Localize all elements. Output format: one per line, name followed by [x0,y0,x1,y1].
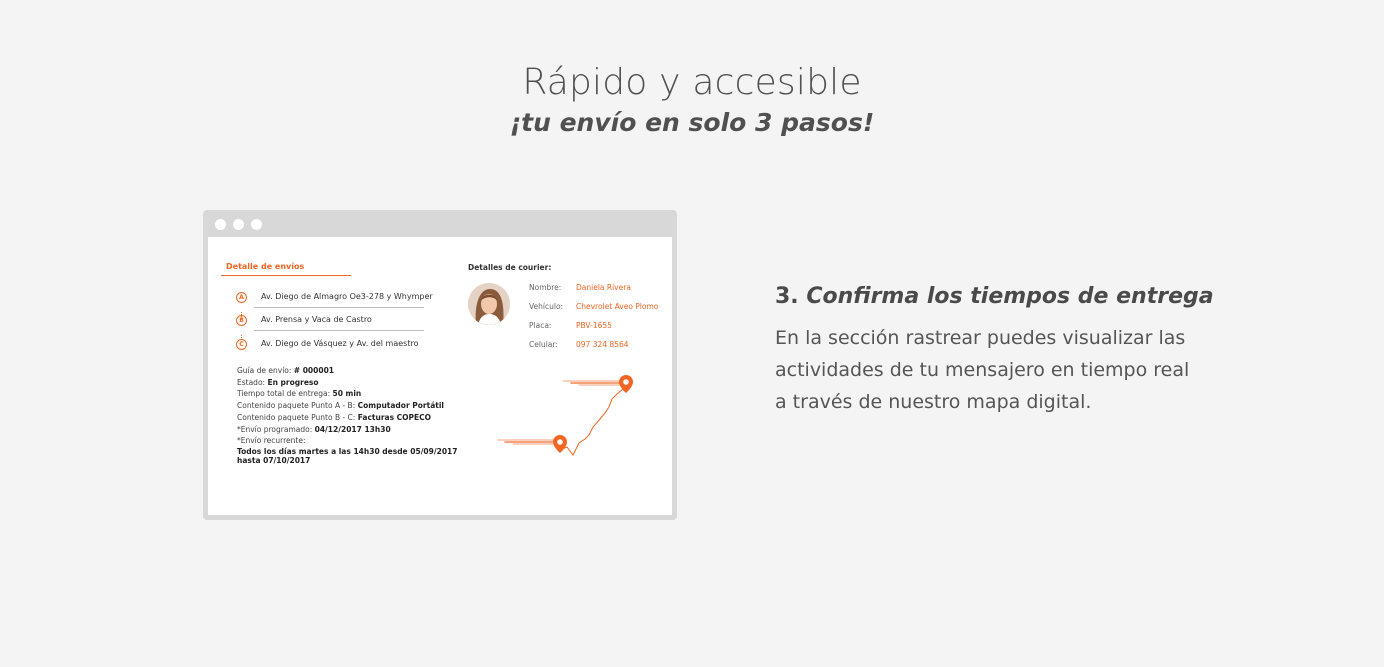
marker-a-icon: A [236,292,247,303]
info-label: *Envío recurrente: [237,436,306,446]
route-address: Av. Diego de Vásquez y Av. del maestro [261,339,419,348]
info-label: Contenido paquete Punto B - C: [237,412,356,422]
route-divider [254,307,424,308]
info-label: Contenido paquete Punto A - B: [237,401,356,411]
window-dots [215,219,262,230]
status-value: En progreso [267,377,319,387]
shipment-detail-tab: Detalle de envíos [226,262,305,271]
courier-label: Placa: [529,321,552,330]
shipment-info: Guía de envío: # 000001 Estado: En progr… [237,365,457,466]
scheduled-date: 04/12/2017 13h30 [314,424,391,434]
route-path [559,388,624,456]
marker-c-icon: C [236,339,247,350]
speed-lines-icon [497,380,624,445]
window-dot-icon [215,219,226,230]
tracking-map [497,375,633,456]
courier-title: Detalles de courier: [468,263,552,272]
courier-label: Vehículo: [529,302,564,311]
courier-value: PBV-1655 [576,321,612,330]
step-title: 3. Confirma los tiempos de entrega [775,284,1214,309]
content-ab: Computador Portátil [357,401,444,411]
courier-label: Nombre: [529,283,562,292]
courier-avatar [468,283,510,325]
route-address: Av. Prensa y Vaca de Castro [261,315,372,324]
courier-value: 097 324 8564 [576,340,629,349]
window-dot-icon [233,219,244,230]
window-dot-icon [251,219,262,230]
browser-mockup: Detalle de envíos A Av. Diego de Almagro… [203,210,677,520]
mockup-viewport: Detalle de envíos A Av. Diego de Almagro… [208,237,672,515]
route-divider [254,330,424,331]
info-label: *Envío programado: [237,424,313,434]
marker-b-icon: B [236,315,247,326]
courier-photo-icon [468,283,510,325]
route-point-a: A Av. Diego de Almagro Oe3-278 y Whymper [236,290,433,308]
info-label: Estado: [237,377,266,387]
recurring-value-end: hasta 07/10/2017 [237,456,311,466]
recurring-value: Todos los días martes a las 14h30 desde … [237,446,458,456]
courier-value: Chevrolet Aveo Plomo [576,302,659,311]
route-point-b: B Av. Prensa y Vaca de Castro [236,313,426,331]
hero-title: Rápido y accesible [522,62,862,103]
courier-label: Celular: [529,340,558,349]
location-pin-icon [553,435,567,453]
step-number: 3. [775,284,799,309]
courier-value: Daniela Rivera [576,283,631,292]
hero-subtitle: ¡tu envío en solo 3 pasos! [509,108,875,137]
tab-underline [221,275,351,276]
info-label: Guía de envío: [237,366,292,375]
step-description: En la sección rastrear puedes visualizar… [775,327,1190,413]
step-heading: Confirma los tiempos de entrega [806,284,1214,309]
route-address: Av. Diego de Almagro Oe3-278 y Whymper [261,292,433,301]
info-label: Tiempo total de entrega: [237,389,331,399]
route-point-c: C Av. Diego de Vásquez y Av. del maestro [236,337,426,355]
delivery-time: 50 min [332,389,362,399]
guide-number: # 000001 [293,366,335,375]
content-bc: Facturas COPECO [357,412,432,422]
